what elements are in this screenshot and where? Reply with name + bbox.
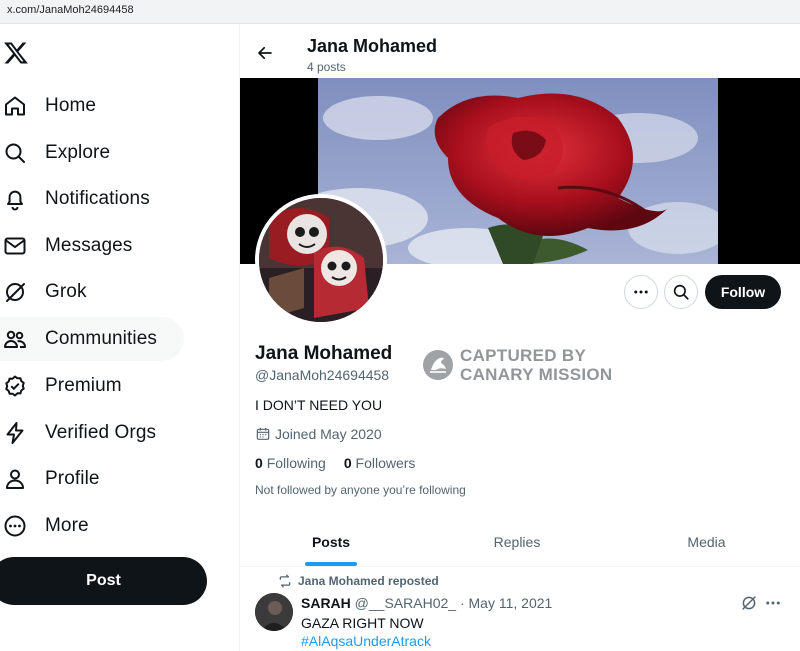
- profile-tabs: Posts Replies Media: [240, 518, 800, 567]
- following-label: Following: [266, 455, 326, 471]
- tweet-header: SARAH @__SARAH02_ · May 11, 2021: [301, 595, 552, 611]
- profile-avatar[interactable]: [255, 194, 387, 326]
- lightning-icon: [6, 422, 24, 444]
- browser-url-bar[interactable]: x.com/JanaMoh24694458: [0, 0, 800, 24]
- search-icon: [5, 143, 25, 163]
- bell-icon: [7, 190, 23, 211]
- home-icon: [5, 96, 25, 116]
- x-logo-icon[interactable]: [3, 40, 29, 66]
- follow-stats: 0 Following 0 Followers: [255, 455, 415, 471]
- sidebar-item-label: Messages: [45, 235, 133, 256]
- verified-badge-icon: [5, 375, 25, 397]
- tweet-author-handle[interactable]: @__SARAH02_: [355, 595, 456, 611]
- active-tab-indicator: [305, 562, 357, 566]
- following-count: 0: [255, 455, 263, 471]
- person-icon: [6, 469, 24, 489]
- profile-display-name: Jana Mohamed: [255, 343, 393, 364]
- sidebar-item-grok[interactable]: Grok: [0, 270, 220, 314]
- post-button[interactable]: Post: [0, 557, 207, 605]
- sidebar-item-explore[interactable]: Explore: [0, 131, 220, 175]
- watermark-line-1: CAPTURED BY: [460, 346, 587, 365]
- sidebar-item-premium[interactable]: Premium: [0, 364, 220, 408]
- profile-joined: Joined May 2020: [255, 426, 382, 442]
- watermark: CAPTURED BY CANARY MISSION: [422, 346, 613, 384]
- sidebar-item-label: Grok: [45, 281, 87, 302]
- tweet-date[interactable]: May 11, 2021: [469, 595, 553, 611]
- url-text[interactable]: x.com/JanaMoh24694458: [7, 4, 134, 16]
- sidebar-item-notifications[interactable]: Notifications: [0, 177, 220, 221]
- sidebar-item-label: Premium: [45, 375, 122, 396]
- tweet-author-name[interactable]: SARAH: [301, 595, 351, 611]
- tweet-avatar-image: [255, 593, 293, 631]
- tweet-hashtag[interactable]: #AlAqsaUnderAtrack: [301, 633, 431, 649]
- followers-link[interactable]: 0 Followers: [344, 455, 416, 471]
- tab-replies[interactable]: Replies: [422, 518, 612, 566]
- header-post-count: 4 posts: [307, 60, 346, 74]
- grok-icon[interactable]: [740, 594, 758, 612]
- sidebar-item-home[interactable]: Home: [0, 84, 220, 128]
- sidebar-item-more[interactable]: More: [0, 504, 220, 548]
- communities-icon: [4, 330, 26, 348]
- repost-icon: [279, 574, 291, 588]
- calendar-icon: [256, 428, 270, 440]
- tweet-separator: ·: [459, 595, 465, 611]
- envelope-icon: [4, 237, 26, 255]
- sidebar-item-label: Communities: [45, 328, 157, 349]
- mutual-followers-note: Not followed by anyone you’re following: [255, 483, 466, 497]
- sidebar-item-communities[interactable]: Communities: [0, 317, 184, 361]
- sidebar-item-label: Home: [45, 95, 97, 116]
- header-display-name: Jana Mohamed: [307, 36, 438, 56]
- sidebar-item-label: Explore: [45, 142, 111, 163]
- tab-media[interactable]: Media: [612, 518, 800, 566]
- joined-text: Joined May 2020: [275, 426, 382, 442]
- profile-bio: I DON’T NEED YOU: [255, 397, 383, 413]
- profile-header-bar: Jana Mohamed 4 posts: [240, 24, 800, 78]
- following-link[interactable]: 0 Following: [255, 455, 326, 471]
- sidebar-item-label: Profile: [45, 468, 100, 489]
- back-arrow-icon[interactable]: [256, 44, 274, 62]
- profile-column: Jana Mohamed 4 posts Follow Jana Mohamed…: [239, 24, 800, 651]
- search-icon: [673, 284, 689, 300]
- search-profile-button[interactable]: [664, 275, 698, 309]
- tweet-text: GAZA RIGHT NOW: [301, 615, 424, 631]
- ellipsis-icon: [634, 290, 648, 294]
- profile-handle: @JanaMoh24694458: [255, 367, 390, 383]
- tweet-more-icon[interactable]: [764, 594, 782, 612]
- sidebar-nav: Home Explore Notifications Messages Grok…: [0, 24, 239, 651]
- repost-text[interactable]: Jana Mohamed reposted: [298, 574, 439, 588]
- sidebar-item-label: More: [45, 515, 89, 536]
- canary-logo-icon: [423, 350, 453, 380]
- grok-icon: [6, 283, 25, 302]
- more-options-button[interactable]: [624, 275, 658, 309]
- avatar-image: [259, 198, 383, 322]
- followers-label: Followers: [355, 455, 416, 471]
- tweet-author-avatar[interactable]: [255, 593, 293, 631]
- sidebar-item-messages[interactable]: Messages: [0, 224, 220, 268]
- sidebar-item-verified-orgs[interactable]: Verified Orgs: [0, 411, 220, 455]
- followers-count: 0: [343, 455, 352, 471]
- sidebar-item-profile[interactable]: Profile: [0, 457, 220, 501]
- more-circle-icon: [4, 515, 26, 537]
- repost-indicator: Jana Mohamed reposted: [278, 574, 439, 588]
- watermark-line-2: CANARY MISSION: [460, 365, 613, 384]
- tab-posts[interactable]: Posts: [240, 518, 422, 566]
- sidebar-item-label: Verified Orgs: [45, 422, 157, 443]
- follow-button[interactable]: Follow: [705, 275, 781, 309]
- sidebar-item-label: Notifications: [45, 188, 150, 209]
